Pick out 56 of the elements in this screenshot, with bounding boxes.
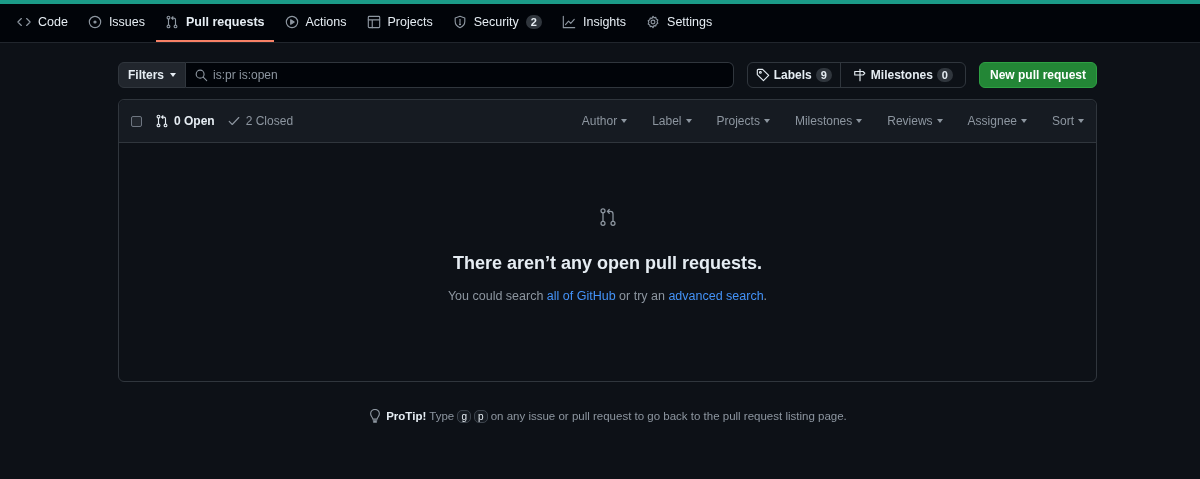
filter-dropdown[interactable]: Assignee [967, 114, 1027, 128]
play-icon [284, 15, 299, 29]
caret-icon [685, 119, 692, 123]
filter-dropdown[interactable]: Projects [716, 114, 770, 128]
search-link[interactable]: all of GitHub [546, 289, 616, 303]
graph-icon [561, 15, 576, 29]
filter-dropdown[interactable]: Label [652, 114, 692, 128]
milestone-icon [852, 68, 867, 82]
filter-dropdown[interactable]: Milestones [794, 114, 863, 128]
filter-dropdown[interactable]: Sort [1052, 114, 1084, 128]
nav-tab[interactable]: Insights [552, 4, 636, 42]
nav-tab[interactable]: Security 2 [443, 4, 551, 42]
shield-icon [452, 15, 467, 29]
nav-tab[interactable]: Settings [637, 4, 722, 42]
state-toggle[interactable]: 2 Closed [226, 114, 294, 128]
pull-request-icon [155, 114, 169, 128]
caret-icon [1021, 119, 1027, 123]
pull-request-icon [597, 207, 618, 227]
labels-button[interactable]: Labels 9 [747, 63, 840, 87]
caret-icon [1078, 119, 1084, 123]
caret-icon [621, 119, 628, 123]
code-icon [17, 15, 31, 29]
protip-text: ProTip! Type g p on any issue or pull request to go back to the pull request listing page. [386, 409, 847, 423]
empty-state-title: There aren’t any open pull requests. [452, 253, 763, 274]
tag-icon [755, 68, 770, 82]
keyboard-key: p [473, 409, 488, 423]
nav-tab[interactable]: Projects [357, 4, 442, 42]
filter-dropdown[interactable]: Reviews [887, 114, 943, 128]
nav-tab[interactable]: Pull requests [156, 4, 274, 42]
new-pull-request-button[interactable]: New pull request [978, 62, 1097, 88]
state-toggle[interactable]: 0 Open [155, 114, 215, 128]
select-all-checkbox[interactable] [131, 115, 142, 127]
nav-tab[interactable]: Code [8, 4, 77, 42]
empty-state-hint: You could search all of GitHub or try an advanced search. [447, 289, 768, 303]
nav-tab[interactable]: Actions [275, 4, 356, 42]
caret-icon [936, 119, 943, 123]
light-bulb-icon [368, 409, 383, 423]
filter-dropdown[interactable]: Author [581, 114, 628, 128]
caret-icon [856, 119, 863, 123]
pull-request-icon [165, 15, 180, 29]
gear-icon [646, 15, 661, 29]
search-field[interactable]: is:pr is:open [186, 62, 734, 88]
caret-icon [763, 119, 770, 123]
caret-icon [170, 73, 176, 77]
counter-badge: 0 [936, 68, 953, 82]
issue-icon [87, 15, 102, 29]
milestones-button[interactable]: Milestones 0 [839, 63, 965, 87]
nav-tab[interactable]: Issues [78, 4, 155, 42]
search-icon [194, 68, 208, 82]
counter-badge: 2 [525, 15, 542, 29]
check-icon [226, 114, 241, 128]
search-link[interactable]: advanced search [668, 289, 764, 303]
filters-button[interactable]: Filters [118, 62, 186, 88]
table-icon [366, 15, 381, 29]
keyboard-key: g [457, 409, 471, 423]
counter-badge: 9 [815, 68, 832, 82]
